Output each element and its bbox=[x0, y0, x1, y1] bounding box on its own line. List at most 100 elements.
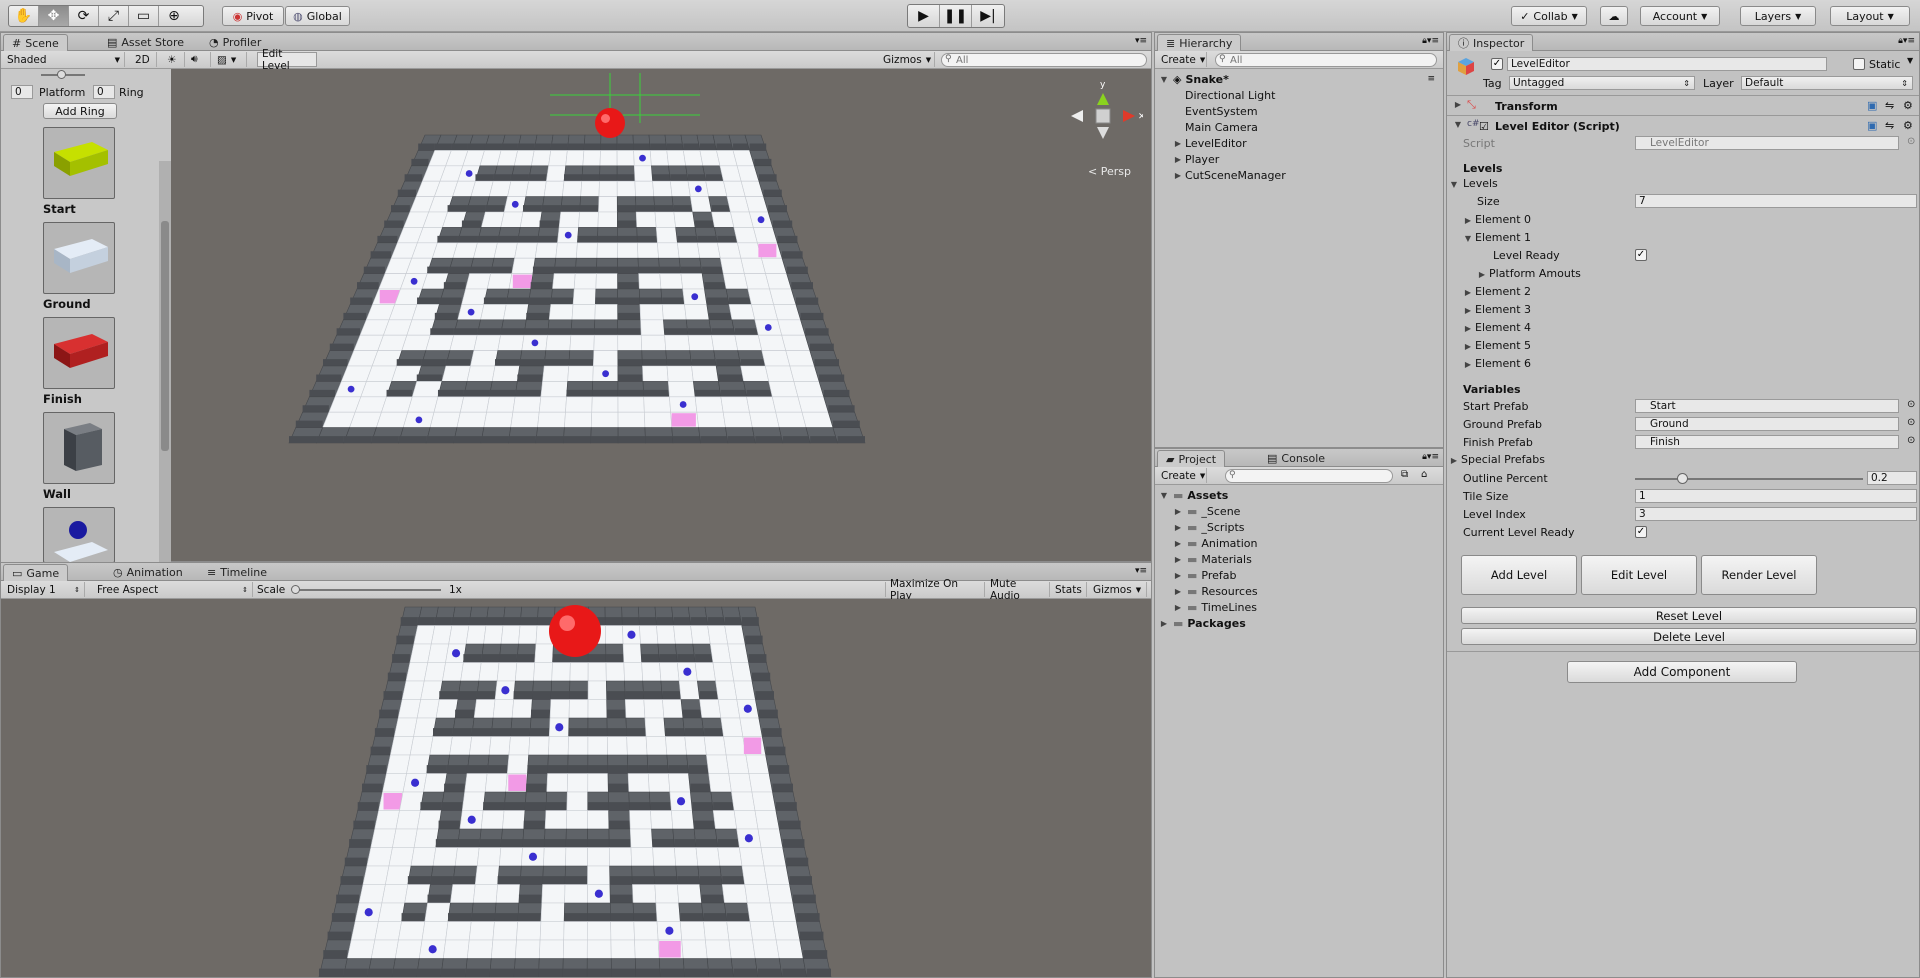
hierarchy-item[interactable]: ▶ Player bbox=[1173, 151, 1443, 167]
tab-hierarchy[interactable]: ≣ Hierarchy bbox=[1157, 34, 1242, 51]
element-4-foldout[interactable]: ▶ Element 4 bbox=[1463, 321, 1663, 335]
panel-menu-icon[interactable]: ▾≡ bbox=[1135, 566, 1147, 576]
ring-count-field[interactable]: 0 bbox=[93, 85, 115, 99]
level-slider-thumb[interactable] bbox=[57, 70, 66, 79]
collapsed-arrow-icon[interactable]: ▶ bbox=[1173, 555, 1183, 564]
pivot-button[interactable]: ◉ Pivot bbox=[222, 6, 284, 26]
tag-dropdown[interactable]: Untagged ⇕ bbox=[1509, 76, 1695, 90]
orientation-gizmo[interactable]: y ✕ bbox=[1063, 75, 1146, 165]
mute-audio-toggle[interactable]: Mute Audio bbox=[986, 578, 1050, 602]
project-folder[interactable]: ▶ ▬ TimeLines bbox=[1173, 599, 1443, 615]
panel-menu-icon[interactable]: ▾≡ bbox=[1135, 36, 1147, 46]
tab-console[interactable]: ▤ Console bbox=[1259, 450, 1333, 467]
scene-search-input[interactable] bbox=[941, 53, 1147, 67]
shading-dropdown[interactable]: Shaded ▼ bbox=[3, 52, 125, 67]
render-level-button[interactable]: Render Level bbox=[1701, 555, 1817, 595]
panel-menu-icon[interactable]: 🔒︎▾≡ bbox=[1422, 36, 1439, 46]
layer-dropdown[interactable]: Default ⇕ bbox=[1741, 76, 1913, 90]
object-picker-icon[interactable]: ⊙ bbox=[1907, 435, 1915, 446]
element-6-foldout[interactable]: ▶ Element 6 bbox=[1463, 357, 1663, 371]
collab-button[interactable]: ✓ Collab ▼ bbox=[1511, 6, 1587, 26]
step-button[interactable]: ▶| bbox=[972, 5, 1004, 27]
ground-prefab-field[interactable]: Ground bbox=[1635, 417, 1899, 431]
ground-prefab-tile[interactable] bbox=[43, 222, 115, 294]
object-picker-icon[interactable]: ⊙ bbox=[1907, 417, 1915, 428]
level-editor-header[interactable]: ▼ c# ☑ Level Editor (Script) ▣ ⇋ ⚙ bbox=[1447, 117, 1919, 135]
edit-level-button[interactable]: Edit Level bbox=[257, 48, 317, 72]
special-prefab-tile[interactable] bbox=[43, 507, 115, 563]
persp-label[interactable]: < Persp bbox=[1088, 165, 1131, 178]
collapsed-arrow-icon[interactable]: ▶ bbox=[1173, 571, 1183, 580]
tab-project[interactable]: ▰ Project bbox=[1157, 450, 1226, 467]
component-enabled-checkbox[interactable]: ☑ bbox=[1479, 120, 1489, 133]
start-prefab-tile[interactable] bbox=[43, 127, 115, 199]
tab-timeline[interactable]: ≡ Timeline bbox=[199, 564, 275, 581]
tab-asset-store[interactable]: ▤ Asset Store bbox=[99, 34, 192, 51]
element-2-foldout[interactable]: ▶ Element 2 bbox=[1463, 285, 1663, 299]
tag-icon[interactable]: ⌂ bbox=[1421, 469, 1427, 480]
2d-toggle[interactable]: 2D bbox=[131, 52, 157, 67]
delete-level-button[interactable]: Delete Level bbox=[1461, 628, 1917, 645]
level-ready-checkbox[interactable]: ✓ bbox=[1635, 249, 1647, 261]
tools-scrollbar-thumb[interactable] bbox=[161, 221, 169, 451]
move-icon[interactable]: ✥ bbox=[39, 6, 69, 26]
object-name-field[interactable]: LevelEditor bbox=[1507, 57, 1827, 71]
collapsed-arrow-icon[interactable]: ▶ bbox=[1159, 619, 1169, 628]
object-picker-icon[interactable]: ⊙ bbox=[1907, 399, 1915, 410]
pause-button[interactable]: ❚❚ bbox=[940, 5, 972, 27]
tab-scene[interactable]: # Scene bbox=[3, 34, 68, 51]
maximize-on-play-toggle[interactable]: Maximize On Play bbox=[885, 578, 985, 602]
audio-toggle[interactable]: 🔊︎ bbox=[187, 52, 211, 67]
layers-button[interactable]: Layers ▼ bbox=[1740, 6, 1816, 26]
add-level-button[interactable]: Add Level bbox=[1461, 555, 1577, 595]
scale-slider-thumb[interactable] bbox=[291, 585, 300, 594]
tile-size-field[interactable]: 1 bbox=[1635, 489, 1917, 503]
help-icon[interactable]: ▣ bbox=[1867, 119, 1877, 132]
project-folder[interactable]: ▶ ▬ Prefab bbox=[1173, 567, 1443, 583]
element-1-foldout[interactable]: ▼ Element 1 bbox=[1463, 231, 1663, 245]
outline-slider-thumb[interactable] bbox=[1677, 473, 1688, 484]
expanded-arrow-icon[interactable]: ▼ bbox=[1159, 491, 1169, 500]
transform-icon[interactable]: ⊕ bbox=[159, 6, 189, 26]
element-5-foldout[interactable]: ▶ Element 5 bbox=[1463, 339, 1663, 353]
outline-slider[interactable] bbox=[1635, 478, 1863, 480]
scale-icon[interactable]: ⤢ bbox=[99, 6, 129, 26]
static-checkbox[interactable] bbox=[1853, 58, 1865, 70]
current-level-ready-checkbox[interactable]: ✓ bbox=[1635, 526, 1647, 538]
collapsed-arrow-icon[interactable]: ▶ bbox=[1173, 539, 1183, 548]
outline-percent-field[interactable]: 0.2 bbox=[1867, 471, 1917, 485]
project-create-dropdown[interactable]: Create ▼ bbox=[1157, 468, 1207, 483]
hierarchy-search-input[interactable] bbox=[1215, 53, 1437, 67]
tab-animation[interactable]: ◷ Animation bbox=[105, 564, 191, 581]
hierarchy-create-dropdown[interactable]: Create ▼ bbox=[1157, 52, 1207, 67]
collapsed-arrow-icon[interactable]: ▶ bbox=[1173, 603, 1183, 612]
game-viewport[interactable] bbox=[1, 599, 1151, 977]
platform-amounts-foldout[interactable]: ▶ Platform Amouts bbox=[1477, 267, 1677, 281]
active-checkbox[interactable]: ✓ bbox=[1491, 58, 1503, 70]
packages-folder-row[interactable]: ▶ ▬ Packages bbox=[1159, 615, 1443, 631]
scale-slider[interactable] bbox=[293, 589, 441, 591]
project-folder[interactable]: ▶ ▬ _Scripts bbox=[1173, 519, 1443, 535]
hierarchy-item[interactable]: ▶ LevelEditor bbox=[1173, 135, 1443, 151]
add-component-button[interactable]: Add Component bbox=[1567, 661, 1797, 683]
tab-game[interactable]: ▭ Game bbox=[3, 564, 69, 581]
start-prefab-field[interactable]: Start bbox=[1635, 399, 1899, 413]
gizmos-dropdown[interactable]: Gizmos ▼ bbox=[879, 52, 935, 67]
tools-scrollbar[interactable] bbox=[159, 161, 171, 563]
hand-icon[interactable]: ✋ bbox=[9, 6, 39, 26]
hierarchy-item[interactable]: Directional Light bbox=[1185, 87, 1443, 103]
panel-menu-icon[interactable]: 🔒︎▾≡ bbox=[1422, 452, 1439, 462]
project-folder[interactable]: ▶ ▬ Materials bbox=[1173, 551, 1443, 567]
reset-level-button[interactable]: Reset Level bbox=[1461, 607, 1917, 624]
add-ring-button[interactable]: Add Ring bbox=[43, 103, 117, 119]
gear-icon[interactable]: ⚙ bbox=[1903, 119, 1913, 132]
project-search-input[interactable] bbox=[1225, 469, 1393, 483]
edit-level-button[interactable]: Edit Level bbox=[1581, 555, 1697, 595]
special-prefabs-foldout[interactable]: ▶ Special Prefabs bbox=[1449, 453, 1649, 467]
stats-toggle[interactable]: Stats bbox=[1051, 582, 1087, 597]
preset-icon[interactable]: ⇋ bbox=[1885, 99, 1894, 112]
light-toggle[interactable]: ☀ bbox=[163, 52, 185, 67]
wall-prefab-tile[interactable] bbox=[43, 412, 115, 484]
collapsed-arrow-icon[interactable]: ▶ bbox=[1173, 523, 1183, 532]
level-index-field[interactable]: 3 bbox=[1635, 507, 1917, 521]
